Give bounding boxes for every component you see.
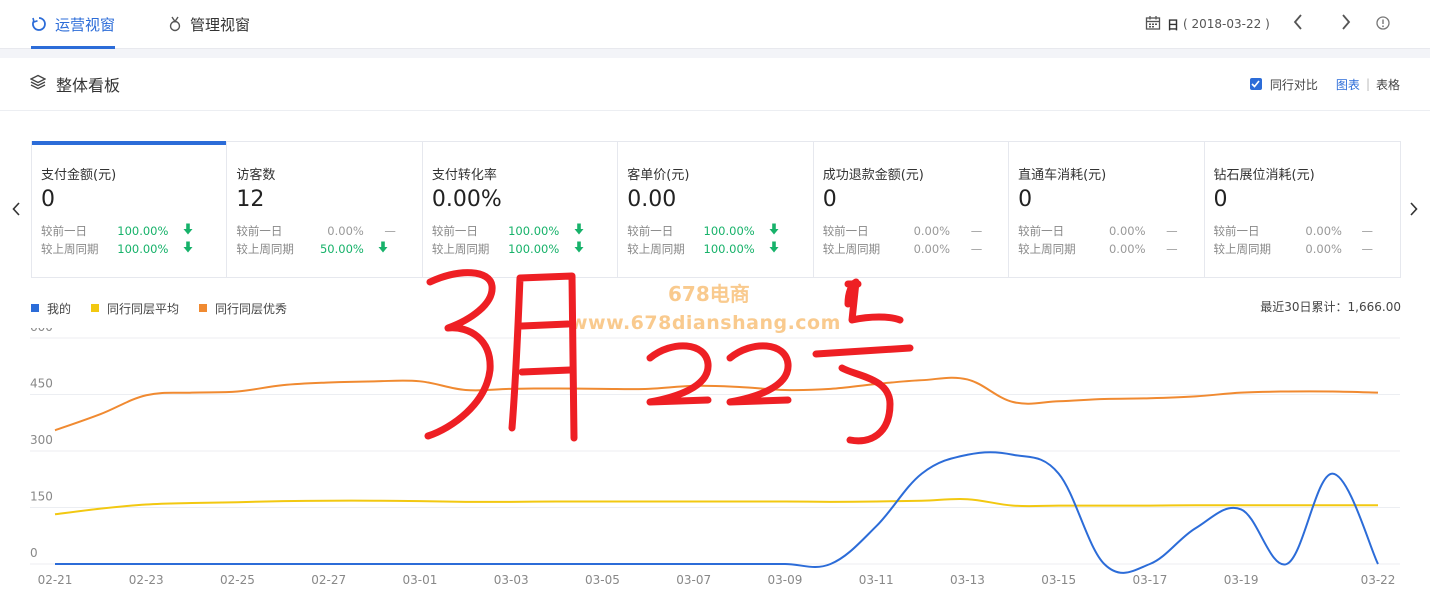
info-circle-icon bbox=[1376, 15, 1390, 34]
calendar-icon bbox=[1145, 15, 1161, 34]
tab-label: 管理视窗 bbox=[190, 15, 251, 34]
tab-label: 运营视窗 bbox=[55, 15, 116, 34]
date-value: ( 2018-03-22 ) bbox=[1183, 17, 1270, 31]
handwritten-date-annotation bbox=[424, 269, 914, 445]
top-bar: 运营视窗 管理视窗 日 ( 2018-03-22 ) bbox=[0, 0, 1430, 49]
next-date-button[interactable] bbox=[1334, 12, 1358, 36]
overview-panel: 整体看板 同行对比 图表 | 表格 支付金额(元) 0 较前一日 100.00% 较上周… bbox=[0, 58, 1430, 610]
date-granularity: 日 bbox=[1167, 17, 1180, 32]
chevron-right-icon bbox=[1341, 14, 1351, 34]
prev-date-button[interactable] bbox=[1286, 12, 1310, 36]
refresh-circle-icon bbox=[31, 16, 47, 32]
tab-management-view[interactable]: 管理视窗 bbox=[168, 0, 250, 48]
tab-operations-view[interactable]: 运营视窗 bbox=[31, 0, 116, 49]
medal-icon bbox=[168, 16, 182, 32]
chevron-left-icon bbox=[1293, 14, 1303, 34]
info-button[interactable] bbox=[1371, 12, 1395, 36]
date-picker[interactable]: 日 ( 2018-03-22 ) bbox=[1145, 0, 1270, 48]
